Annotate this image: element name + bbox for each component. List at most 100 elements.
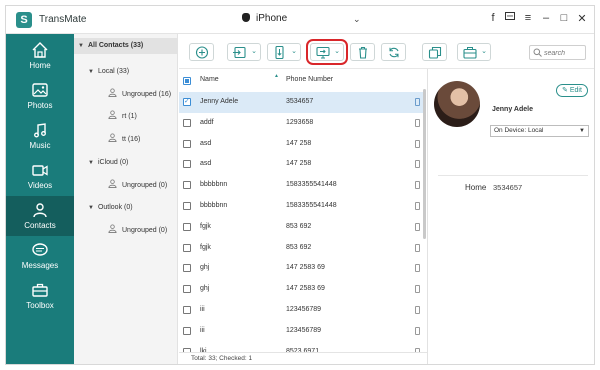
facebook-icon[interactable]: f [486,12,500,24]
nav-item-messages[interactable]: Messages [6,236,74,276]
chevron-down-icon[interactable]: ⌄ [353,14,361,25]
table-row[interactable]: iii 123456789 [179,300,423,321]
expand-arrow-icon[interactable]: ▼ [88,155,94,171]
tree-item-all-contacts[interactable]: ▼ All Contacts (33) [74,38,178,54]
phone-number-cell: 123456789 [286,306,322,313]
duplicate-button[interactable] [422,43,447,61]
export-to-pc-button[interactable]: ⌄ [306,39,348,65]
phone-number-cell: 123456789 [286,326,322,334]
expand-arrow-icon[interactable]: ▼ [78,38,84,54]
copy-icon [428,46,442,59]
device-name: iPhone [256,13,288,24]
person-icon [108,179,117,188]
tree-item-local-ungrouped[interactable]: Ungrouped (16) [74,87,178,103]
tree-item-outlook[interactable]: ▼ Outlook (0) [74,200,178,216]
device-icon [415,222,420,231]
table-row[interactable]: fgjk 853 692 [179,217,423,238]
search-box[interactable] [529,45,586,60]
device-icon [415,160,420,169]
menu-icon[interactable]: ≡ [521,12,535,24]
contact-name-cell: asd [200,160,212,168]
app-window: S TransMate iPhone ⌄ f ≡ – □ ✕ Home Phot… [5,5,595,365]
row-checkbox[interactable] [183,118,191,127]
home-icon [32,42,48,58]
tree-item-icloud-ungrouped[interactable]: Ungrouped (0) [74,178,178,194]
app-name: TransMate [39,14,87,25]
edit-button[interactable]: ✎ Edit [556,84,588,97]
import-button[interactable]: ⌄ [227,43,261,61]
nav-label-contacts: Contacts [24,221,56,230]
messages-icon [32,243,48,256]
contact-name-cell: iii [200,306,205,313]
tree-item-outlook-ungrouped[interactable]: Ungrouped (0) [74,223,178,239]
search-icon [533,48,542,57]
contact-detail-panel: ✎ Edit Jenny Adele On Device: Local ▼ Ho… [427,69,594,364]
avatar [434,81,480,127]
nav-item-home[interactable]: Home [6,36,74,76]
add-contact-button[interactable] [189,43,214,61]
nav-item-music[interactable]: Music [6,116,74,156]
nav-label-music: Music [29,141,51,150]
nav-label-toolbox: Toolbox [26,301,54,310]
tree-item-icloud[interactable]: ▼ iCloud (0) [74,155,178,171]
row-checkbox[interactable] [183,181,191,190]
table-row[interactable]: fgjk 853 692 [179,238,423,259]
row-checkbox[interactable] [183,326,191,335]
maximize-icon[interactable]: □ [557,12,571,24]
feedback-icon[interactable] [503,12,517,25]
row-checkbox[interactable] [183,160,191,169]
row-checkbox[interactable] [183,222,191,231]
table-row[interactable]: iii 123456789 [179,321,423,342]
column-header-name[interactable]: Name [200,71,219,89]
device-selector[interactable]: iPhone [242,13,287,24]
expand-arrow-icon[interactable]: ▼ [88,200,94,216]
status-bar: Total: 33; Checked: 1 [179,352,427,364]
contact-name-cell: fgjk [200,243,211,251]
row-checkbox[interactable] [183,202,191,210]
row-checkbox[interactable] [183,243,191,252]
location-dropdown[interactable]: On Device: Local ▼ [490,125,589,137]
table-row[interactable]: ghj 147 2583 69 [179,258,423,279]
table-row[interactable]: addf 1293658 [179,113,423,134]
phone-field-label: Home [465,183,487,192]
row-checkbox[interactable] [183,264,191,273]
table-row[interactable]: asd 147 258 [179,134,423,155]
row-checkbox[interactable] [183,285,191,294]
nav-item-toolbox[interactable]: Toolbox [6,276,74,316]
nav-item-contacts[interactable]: Contacts [6,196,74,236]
chevron-down-icon: ⌄ [251,48,257,55]
tree-item-local-rt[interactable]: rt (1) [74,109,178,125]
table-row[interactable]: bbbbbnn 1583355541448 [179,175,423,196]
minimize-icon[interactable]: – [539,12,553,24]
tree-item-local[interactable]: ▼ Local (33) [74,64,178,80]
nav-item-photos[interactable]: Photos [6,76,74,116]
export-to-device-button[interactable]: ⌄ [267,43,301,61]
refresh-button[interactable] [381,43,406,61]
table-row[interactable]: Jenny Adele 3534657 [179,92,423,113]
table-row[interactable]: lkj 8523 6971 [179,342,423,352]
toolbox-menu-button[interactable]: ⌄ [457,43,491,61]
device-icon [415,326,420,335]
table-row[interactable]: asd 147 258 [179,154,423,175]
column-header-phone[interactable]: Phone Number [286,71,333,89]
expand-arrow-icon[interactable]: ▼ [88,64,94,80]
table-row[interactable]: ghj 147 2583 69 [179,279,423,300]
nav-item-videos[interactable]: Videos [6,156,74,196]
music-icon [34,123,46,138]
toolbar: ⌄ ⌄ ⌄ ⌄ [179,34,594,69]
device-icon [415,181,420,190]
select-all-checkbox[interactable] [183,77,191,85]
list-scrollbar[interactable] [423,89,426,239]
delete-button[interactable] [350,43,375,61]
device-icon [415,139,420,148]
search-input[interactable] [544,48,584,58]
close-icon[interactable]: ✕ [575,12,589,25]
row-checkbox[interactable] [183,139,191,148]
tree-item-local-tt[interactable]: tt (16) [74,132,178,148]
row-checkbox[interactable] [183,92,191,113]
device-icon [415,202,420,210]
nav-label-home: Home [29,61,51,70]
contact-name-cell: asd [200,139,212,147]
table-row[interactable]: bbbbbnn 1583355541448 [179,196,423,217]
row-checkbox[interactable] [183,306,191,314]
